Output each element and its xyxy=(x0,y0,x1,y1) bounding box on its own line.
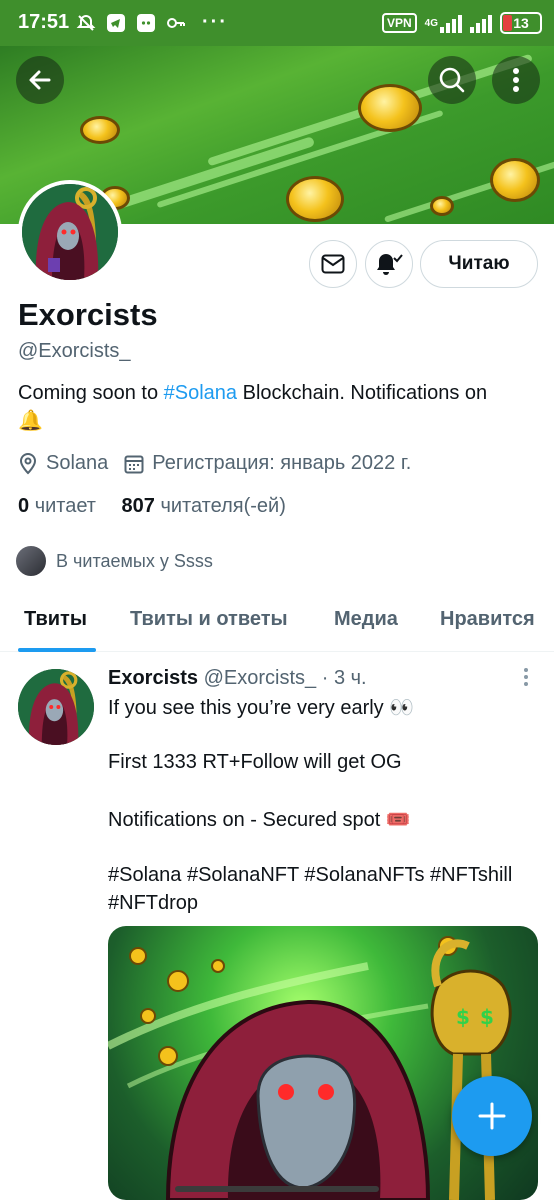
battery-icon: 13 xyxy=(500,12,542,34)
gesture-navigation-bar[interactable] xyxy=(175,1186,379,1192)
signal-icon-2 xyxy=(470,13,492,33)
profile-handle: @Exorcists_ xyxy=(18,340,131,362)
search-button[interactable] xyxy=(428,56,476,104)
following-stat[interactable]: 0 читает xyxy=(18,495,96,517)
joined-item: Регистрация: январь 2022 г. xyxy=(124,452,411,475)
status-time: 17:51 xyxy=(18,11,70,33)
svg-text:$: $ xyxy=(480,1005,494,1029)
follower-avatar xyxy=(14,544,48,578)
envelope-icon xyxy=(321,254,345,274)
notifications-button[interactable] xyxy=(365,240,413,288)
more-vertical-icon xyxy=(513,68,519,92)
more-notifications-icon: ··· xyxy=(202,11,228,33)
tweet-header: Exorcists @Exorcists_ · 3 ч. xyxy=(108,667,367,690)
discord-icon xyxy=(137,13,155,32)
bell-emoji: 🔔 xyxy=(18,410,43,432)
status-system-icons: VPN 4G 13 xyxy=(381,12,542,34)
location-pin-icon xyxy=(19,452,37,474)
tweet-handle[interactable]: @Exorcists_ xyxy=(204,667,317,689)
follow-stats: 0 читает 807 читателя(-ей) xyxy=(18,495,286,518)
tweet-hashtags-line-2[interactable]: #NFTdrop xyxy=(108,892,198,915)
following-button[interactable]: Читаю xyxy=(420,240,538,288)
vpn-badge: VPN xyxy=(381,13,417,33)
joined-text: Регистрация: январь 2022 г. xyxy=(152,452,412,474)
tweet-text-line-3: Notifications on - Secured spot 🎟️ xyxy=(108,809,411,831)
message-button[interactable] xyxy=(309,240,357,288)
profile-bio: Coming soon to #Solana Blockchain. Notif… xyxy=(18,379,538,435)
hooded-figure-avatar-image xyxy=(18,669,94,745)
tweet-time: · 3 ч. xyxy=(316,667,367,689)
mute-icon xyxy=(76,14,96,31)
tweet-media-image[interactable]: $ $ xyxy=(108,926,538,1200)
compose-tweet-button[interactable] xyxy=(452,1076,532,1156)
tweet-hashtags-line-1[interactable]: #Solana #SolanaNFT #SolanaNFTs #NFTshill xyxy=(108,864,512,887)
tweet-text-line-2: First 1333 RT+Follow will get OG xyxy=(108,751,402,773)
more-options-button[interactable] xyxy=(492,56,540,104)
bell-check-icon xyxy=(377,254,403,275)
network-type: 4G xyxy=(424,17,438,29)
followers-stat[interactable]: 807 читателя(-ей) xyxy=(122,495,286,517)
back-button[interactable] xyxy=(16,56,64,104)
tweet-author[interactable]: Exorcists xyxy=(108,667,198,689)
followed-by-text: В читаемых у Ssss xyxy=(56,550,213,571)
tab-likes[interactable]: Нравится xyxy=(440,608,535,631)
profile-name: Exorcists xyxy=(18,297,158,332)
telegram-icon xyxy=(107,13,125,32)
svg-text:$: $ xyxy=(456,1005,470,1029)
search-icon xyxy=(439,67,465,93)
followed-by[interactable]: В читаемых у Ssss xyxy=(14,544,213,578)
location-text: Solana xyxy=(46,452,109,474)
bio-text-start: Coming soon to xyxy=(18,382,164,404)
bio-text-end: Blockchain. Notifications on xyxy=(237,382,488,404)
plus-icon xyxy=(478,1102,506,1130)
status-notification-icons: ··· xyxy=(76,11,228,34)
location-item: Solana xyxy=(18,452,108,475)
key-icon xyxy=(167,17,185,28)
profile-avatar[interactable] xyxy=(18,180,122,284)
tweet-more-button[interactable] xyxy=(516,668,536,688)
tweet-text-line-1: If you see this you’re very early 👀 xyxy=(108,697,415,719)
tab-tweets-and-replies[interactable]: Твиты и ответы xyxy=(130,608,288,631)
tweet-avatar[interactable] xyxy=(18,669,94,745)
active-tab-indicator xyxy=(18,648,96,652)
hooded-figure-avatar-image xyxy=(22,184,118,280)
status-bar: 17:51 ··· VPN 4G 13 xyxy=(0,0,554,46)
arrow-left-icon xyxy=(29,70,51,90)
hooded-exorcist-artwork: $ $ xyxy=(108,936,512,1200)
signal-icon xyxy=(440,13,462,33)
tab-tweets[interactable]: Твиты xyxy=(24,608,87,631)
profile-meta: Solana Регистрация: январь 2022 г. xyxy=(18,452,427,475)
bio-hashtag-link[interactable]: #Solana xyxy=(164,382,237,404)
calendar-icon xyxy=(124,455,144,473)
profile-tabs: Твиты Твиты и ответы Медиа Нравится xyxy=(0,596,554,652)
tab-media[interactable]: Медиа xyxy=(334,608,398,631)
